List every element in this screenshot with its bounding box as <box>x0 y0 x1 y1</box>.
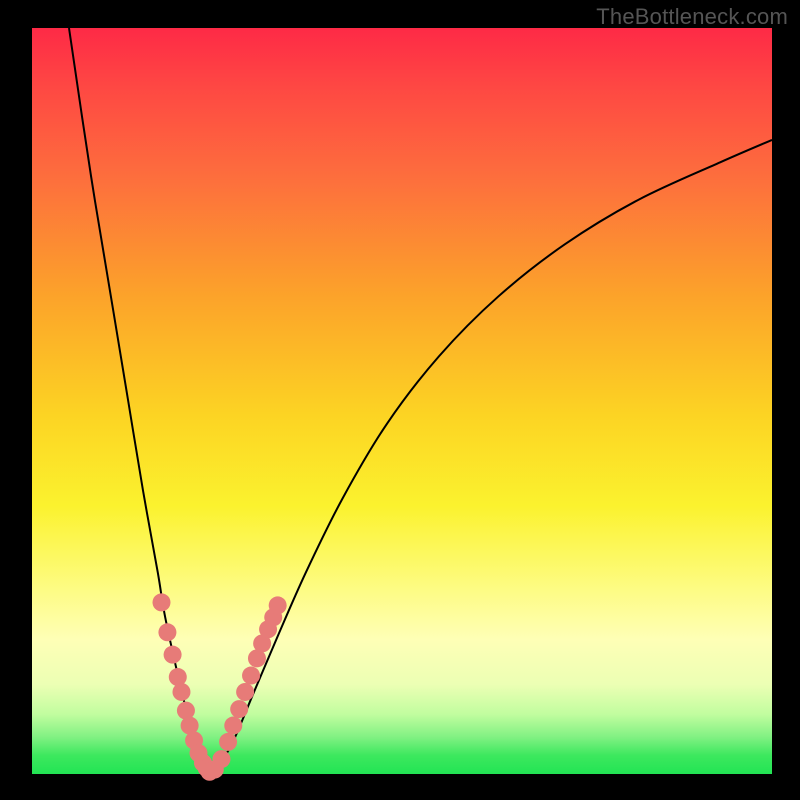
highlight-dot <box>169 668 187 686</box>
highlight-dot <box>177 702 195 720</box>
highlight-dot <box>219 733 237 751</box>
highlight-dots-group <box>153 593 287 780</box>
highlight-dot <box>164 646 182 664</box>
highlight-dot <box>153 593 171 611</box>
highlight-dot <box>236 683 254 701</box>
highlight-dot <box>172 683 190 701</box>
chart-svg <box>32 28 772 774</box>
chart-plot-area <box>32 28 772 774</box>
highlight-dot <box>230 700 248 718</box>
highlight-dot <box>269 596 287 614</box>
highlight-dot <box>224 717 242 735</box>
chart-frame: TheBottleneck.com <box>0 0 800 800</box>
highlight-dot <box>212 750 230 768</box>
watermark-text: TheBottleneck.com <box>596 4 788 30</box>
highlight-dot <box>158 623 176 641</box>
highlight-dot <box>242 667 260 685</box>
